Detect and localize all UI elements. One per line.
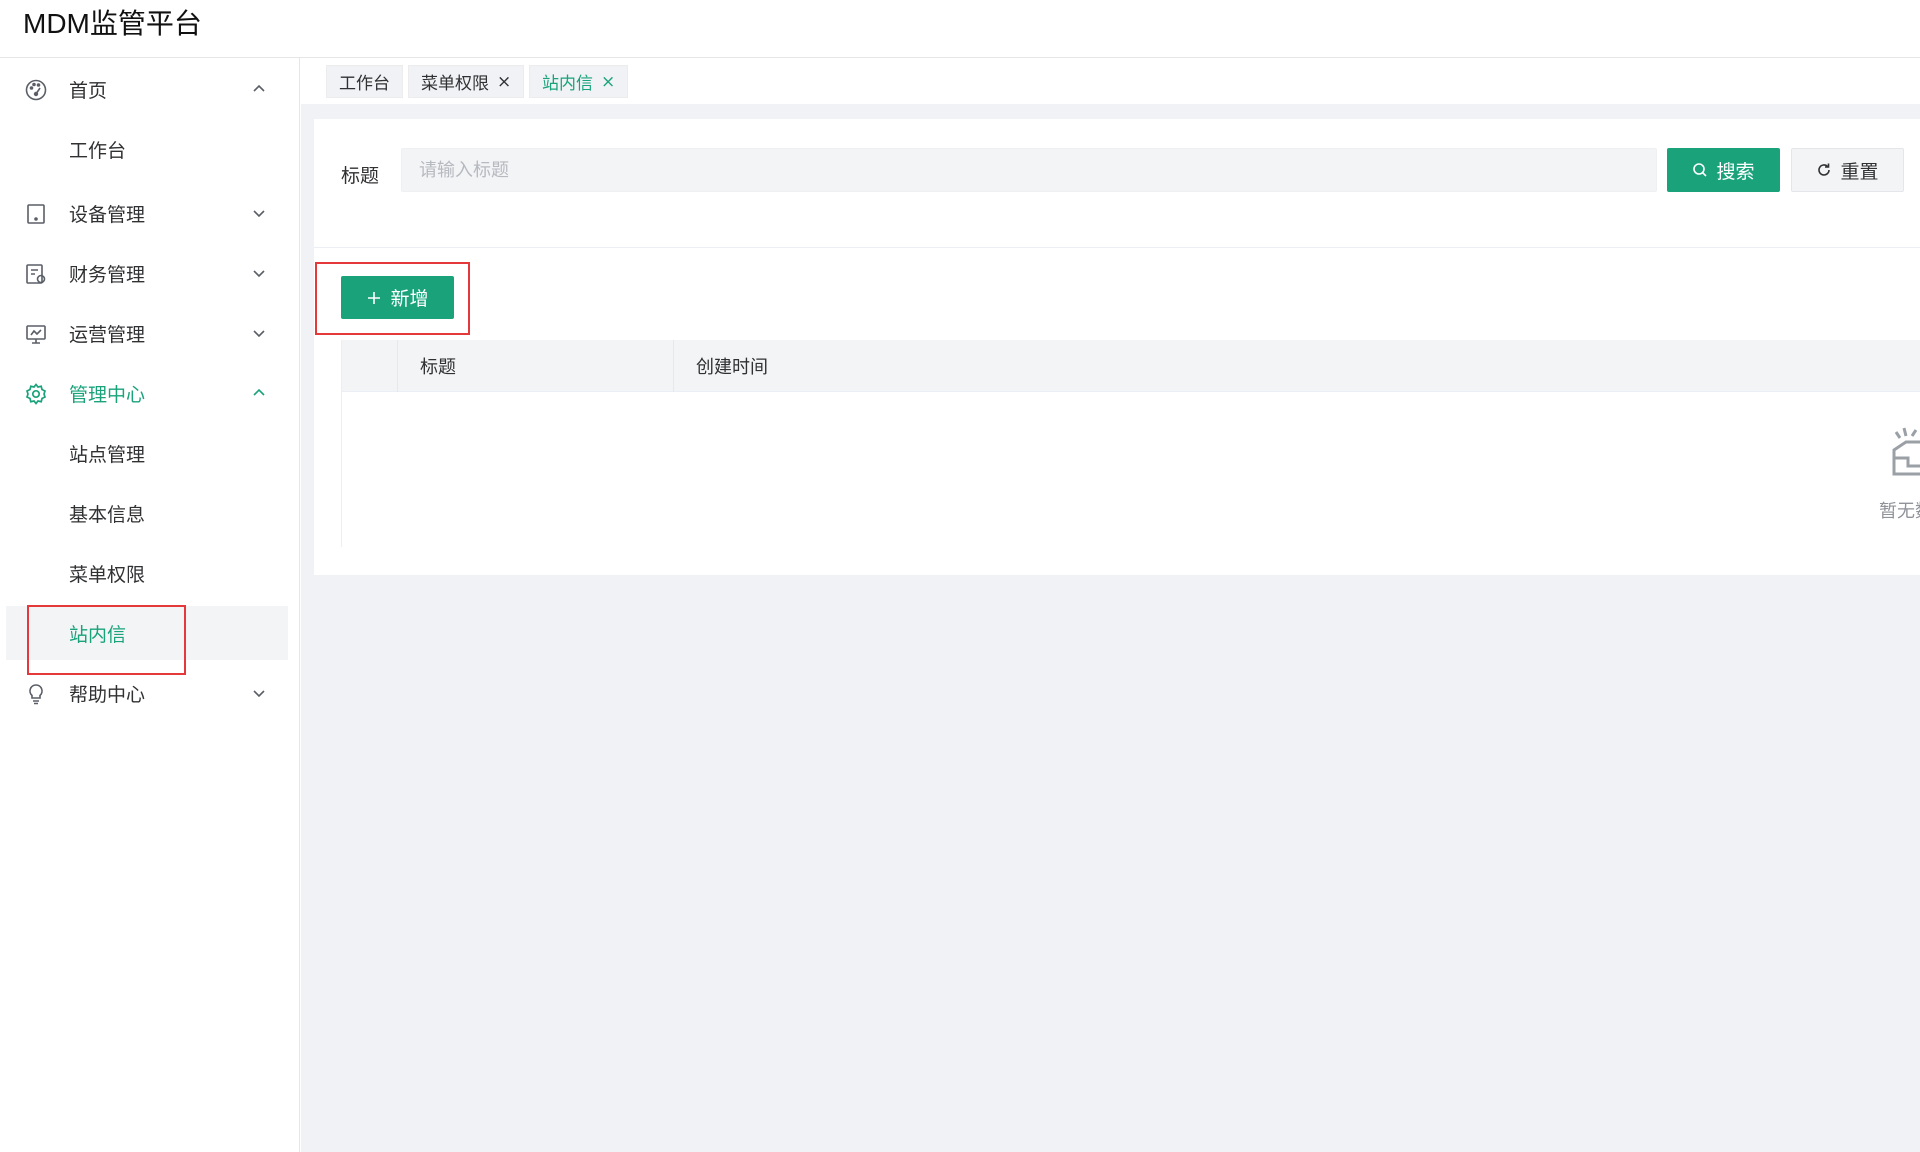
tab-workbench[interactable]: 工作台 (326, 65, 403, 98)
sidebar-item-label: 运营管理 (69, 323, 146, 346)
sidebar-item-label: 帮助中心 (69, 683, 146, 706)
sidebar-item-label: 首页 (69, 79, 108, 102)
reset-button-label: 重置 (1840, 160, 1879, 183)
column-header-title: 标题 (398, 340, 674, 392)
sidebar-item-device-management[interactable]: 设备管理 (6, 186, 288, 240)
sidebar-item-home[interactable]: 首页 (6, 62, 288, 116)
sidebar-item-label: 设备管理 (69, 203, 146, 226)
sidebar-item-operations-management[interactable]: 运营管理 (6, 306, 288, 360)
sidebar-subitem-site-messages[interactable]: 站内信 (6, 606, 288, 660)
chevron-down-icon (253, 330, 265, 338)
sidebar-subitem-label: 工作台 (69, 139, 127, 162)
tab-site-messages[interactable]: 站内信 × (529, 65, 629, 98)
column-header-created-time: 创建时间 (696, 357, 768, 378)
device-icon (27, 204, 45, 224)
sidebar-subitem-menu-permissions[interactable]: 菜单权限 (6, 546, 288, 600)
dashboard-icon (25, 79, 47, 101)
search-icon (1693, 163, 1708, 177)
add-button[interactable]: 新增 (341, 276, 454, 319)
sidebar-subitem-basic-info[interactable]: 基本信息 (6, 486, 288, 540)
refresh-icon (1818, 163, 1831, 176)
tab-label: 站内信 (542, 74, 593, 94)
sidebar-subitem-site-management[interactable]: 站点管理 (6, 426, 288, 480)
table-header: 标题 创建时间 (342, 340, 1920, 392)
chevron-down-icon (253, 210, 265, 218)
app-title: MDM监管平台 (23, 8, 202, 39)
tabs-bar: 工作台 菜单权限 × 站内信 × (301, 58, 1920, 104)
sidebar-subitem-label: 基本信息 (69, 503, 146, 526)
divider (314, 247, 1920, 248)
tab-menu-permissions[interactable]: 菜单权限 × (408, 65, 525, 98)
sidebar-subitem-label: 站点管理 (69, 443, 146, 466)
sidebar-item-help-center[interactable]: 帮助中心 (6, 666, 288, 720)
tab-label: 菜单权限 (421, 74, 489, 94)
sidebar-subitem-label: 菜单权限 (69, 563, 146, 586)
close-icon[interactable]: × (601, 72, 615, 92)
monitor-icon (26, 325, 46, 344)
tab-label: 工作台 (339, 74, 390, 94)
search-button-label: 搜索 (1716, 160, 1755, 183)
search-button[interactable]: 搜索 (1667, 148, 1780, 192)
plus-icon (368, 291, 381, 304)
chevron-down-icon (253, 270, 265, 278)
lightbulb-icon (29, 684, 43, 705)
messages-table: 标题 创建时间 暂无数 (341, 340, 1920, 547)
finance-icon (26, 264, 46, 284)
sidebar: 首页 工作台 设备管理 财务管理 运营管理 管理中心 站点管理 基本信息 菜单权… (0, 58, 300, 1152)
close-icon[interactable]: × (497, 72, 511, 92)
sidebar-subitem-label: 站内信 (69, 623, 127, 646)
sidebar-item-label: 管理中心 (69, 383, 146, 406)
gear-icon (25, 383, 47, 405)
search-title-input[interactable] (401, 148, 1657, 192)
add-button-label: 新增 (390, 288, 429, 310)
sidebar-item-admin-center[interactable]: 管理中心 (6, 366, 288, 420)
select-all-column[interactable] (342, 340, 398, 392)
sidebar-item-label: 财务管理 (69, 263, 146, 286)
content-card: 标题 搜索 重置 新增 (314, 119, 1920, 575)
chevron-down-icon (253, 690, 265, 698)
search-title-label: 标题 (341, 165, 380, 187)
empty-state-text: 暂无数 (1879, 501, 1920, 522)
reset-button[interactable]: 重置 (1791, 148, 1904, 192)
chevron-up-icon (253, 84, 265, 92)
sidebar-item-finance-management[interactable]: 财务管理 (6, 246, 288, 300)
sidebar-subitem-workbench[interactable]: 工作台 (6, 122, 288, 176)
chevron-up-icon (253, 388, 265, 396)
app-root: MDM监管平台 首页 工作台 设备管理 财务管理 运营管理 管理中心 站点管理 … (0, 0, 1920, 1152)
top-header: MDM监管平台 (0, 0, 1920, 58)
empty-box-icon (1892, 427, 1920, 476)
main-content: 工作台 菜单权限 × 站内信 × 标题 搜索 (301, 58, 1920, 1152)
